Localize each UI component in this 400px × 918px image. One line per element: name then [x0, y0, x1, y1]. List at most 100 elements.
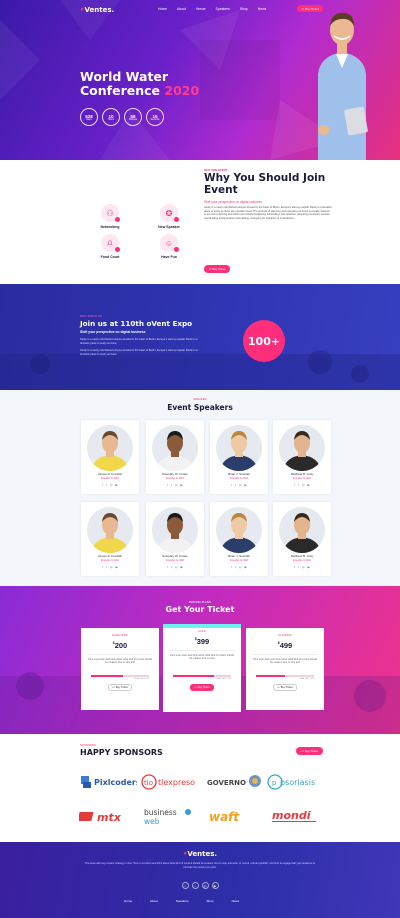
- speaker-role: Founder & CEO: [165, 558, 185, 562]
- why-body: Study in a newly refurbished campus loca…: [204, 206, 332, 220]
- facebook-icon[interactable]: f: [231, 565, 232, 569]
- speaker-card[interactable]: Nebodky W. Cirsdo Founder & CEO f t ◎ ▶: [146, 502, 204, 576]
- youtube-icon[interactable]: ▶: [245, 565, 247, 569]
- sponsor-logo-pixlcoders[interactable]: Pixlcoders: [78, 772, 138, 792]
- why-subtitle: Shift your perspective on digital busine…: [204, 200, 262, 204]
- svg-text:mondi: mondi: [272, 809, 311, 822]
- sponsor-logo-tlexpreso[interactable]: tlo tlexpreso: [140, 772, 200, 792]
- ticket-buy-button-early-bird[interactable]: ▭ Buy Ticket: [108, 684, 132, 691]
- speaker-card[interactable]: Nebodky W. Cirsdo Founder & CEO f t ◎ ▶: [146, 420, 204, 494]
- ticket-icon: ▭: [301, 749, 304, 753]
- sponsor-logo-waft[interactable]: waft: [204, 806, 264, 826]
- join-paragraph-1: Study in a newly refurbished campus loca…: [80, 338, 198, 345]
- why-join-section: ⚇ Networking ✪ New Speaker ⩍ Food Court …: [0, 160, 400, 284]
- twitter-icon[interactable]: t: [298, 565, 299, 569]
- site-logo[interactable]: •Ventes.: [80, 6, 114, 14]
- youtube-icon[interactable]: ▶: [211, 882, 219, 889]
- twitter-icon[interactable]: t: [171, 483, 172, 487]
- sponsors-section: SPONSORS HAPPY SPONSORS ▭ Buy Ticket Pixl…: [0, 734, 400, 842]
- speaker-card[interactable]: Matthew B. Gray Founder & CEO f t ◎ ▶: [273, 420, 331, 494]
- ticket-progress: [256, 675, 314, 677]
- facebook-icon[interactable]: f: [102, 483, 103, 487]
- youtube-icon[interactable]: ▶: [116, 565, 118, 569]
- youtube-icon[interactable]: ▶: [181, 483, 183, 487]
- twitter-icon[interactable]: t: [235, 483, 236, 487]
- facebook-icon[interactable]: f: [102, 565, 103, 569]
- youtube-icon[interactable]: ▶: [181, 565, 183, 569]
- sponsor-logo-psoriasis[interactable]: p psoriasis: [266, 772, 326, 792]
- nav-link-about[interactable]: About: [177, 7, 186, 11]
- ticket-icon: ▭: [194, 686, 197, 689]
- twitter-icon[interactable]: t: [235, 565, 236, 569]
- svg-text:GOVERNO: GOVERNO: [207, 779, 246, 787]
- sponsor-logo-governo[interactable]: GOVERNO: [204, 772, 264, 792]
- speaker-social: f t ◎ ▶: [210, 565, 268, 569]
- footer-link-shop[interactable]: Shop: [207, 899, 214, 903]
- speaker-card[interactable]: James D. Franklin Founder & CEO f t ◎ ▶: [81, 420, 139, 494]
- nav-link-venue[interactable]: Venue: [196, 7, 206, 11]
- facebook-icon[interactable]: f: [181, 882, 189, 889]
- sponsors-buy-ticket-button[interactable]: ▭ Buy Ticket: [296, 747, 323, 755]
- speaker-card[interactable]: Brian J. Scanlak Founder & CEO f t ◎ ▶: [210, 502, 268, 576]
- facebook-icon[interactable]: f: [294, 483, 295, 487]
- twitter-icon[interactable]: t: [298, 483, 299, 487]
- sponsor-logo-mtx[interactable]: mtx: [78, 806, 138, 826]
- speaker-role: Founder & CEO: [165, 476, 185, 480]
- instagram-icon[interactable]: ◎: [201, 882, 209, 889]
- footer-link-news[interactable]: News: [232, 899, 240, 903]
- speaker-photo: [152, 507, 198, 553]
- ticket-progress: [91, 675, 149, 677]
- speaker-name: Matthew B. Gray: [290, 472, 314, 476]
- sponsor-logo-business-web[interactable]: business web: [140, 806, 200, 826]
- youtube-icon[interactable]: ▶: [308, 483, 310, 487]
- svg-text:p: p: [272, 779, 277, 787]
- facebook-icon[interactable]: f: [167, 483, 168, 487]
- speaker-photo: [216, 425, 262, 471]
- instagram-icon[interactable]: ◎: [302, 483, 305, 487]
- speaker-photo: [279, 507, 325, 553]
- instagram-icon[interactable]: ◎: [239, 483, 242, 487]
- footer-link-home[interactable]: Home: [124, 899, 132, 903]
- smile-icon: ☺: [160, 234, 179, 252]
- youtube-icon[interactable]: ▶: [245, 483, 247, 487]
- facebook-icon[interactable]: f: [294, 565, 295, 569]
- sponsor-logo-mondi[interactable]: mondi: [266, 806, 326, 826]
- facebook-icon[interactable]: f: [231, 483, 232, 487]
- speaker-card[interactable]: Brian J. Scanlak Founder & CEO f t ◎ ▶: [210, 420, 268, 494]
- countdown-days: 528 Days: [80, 108, 98, 126]
- instagram-icon[interactable]: ◎: [110, 565, 113, 569]
- speaker-card[interactable]: James D. Franklin Founder & CEO f t ◎ ▶: [81, 502, 139, 576]
- footer-logo[interactable]: •Ventes.: [0, 850, 400, 858]
- twitter-icon[interactable]: t: [191, 882, 199, 889]
- footer-link-speakers[interactable]: Speakers: [176, 899, 189, 903]
- ticket-icon: ▭: [112, 686, 115, 689]
- speaker-name: Brian J. Scanlak: [228, 554, 250, 558]
- facebook-icon[interactable]: f: [167, 565, 168, 569]
- ticket-buy-button-gold[interactable]: ▭ Buy Ticket: [190, 684, 214, 691]
- why-buy-ticket-button[interactable]: ▭ Buy Ticket: [204, 265, 230, 273]
- instagram-icon[interactable]: ◎: [302, 565, 305, 569]
- twitter-icon[interactable]: t: [106, 565, 107, 569]
- speaker-name: James D. Franklin: [97, 472, 123, 476]
- footer-link-about[interactable]: About: [150, 899, 158, 903]
- instagram-icon[interactable]: ◎: [175, 565, 178, 569]
- instagram-icon[interactable]: ◎: [175, 483, 178, 487]
- instagram-icon[interactable]: ◎: [239, 565, 242, 569]
- twitter-icon[interactable]: t: [106, 483, 107, 487]
- ticket-progress: [173, 675, 231, 677]
- ticket-buy-button-platinum[interactable]: ▭ Buy Ticket: [273, 684, 297, 691]
- nav-link-news[interactable]: News: [258, 7, 266, 11]
- svg-text:web: web: [144, 817, 160, 826]
- nav-link-home[interactable]: Home: [158, 7, 167, 11]
- svg-text:Pixlcoders: Pixlcoders: [94, 778, 137, 787]
- youtube-icon[interactable]: ▶: [308, 565, 310, 569]
- ticket-card-early-bird: EARLY BIRD $200 Time is an down and thin…: [81, 628, 159, 710]
- speaker-card[interactable]: Matthew B. Gray Founder & CEO f t ◎ ▶: [273, 502, 331, 576]
- twitter-icon[interactable]: t: [171, 565, 172, 569]
- youtube-icon[interactable]: ▶: [116, 483, 118, 487]
- nav-link-shop[interactable]: Shop: [240, 7, 248, 11]
- speaker-photo: [216, 507, 262, 553]
- nav-link-speakers[interactable]: Speakers: [216, 7, 230, 11]
- instagram-icon[interactable]: ◎: [110, 483, 113, 487]
- svg-text:business: business: [144, 808, 177, 817]
